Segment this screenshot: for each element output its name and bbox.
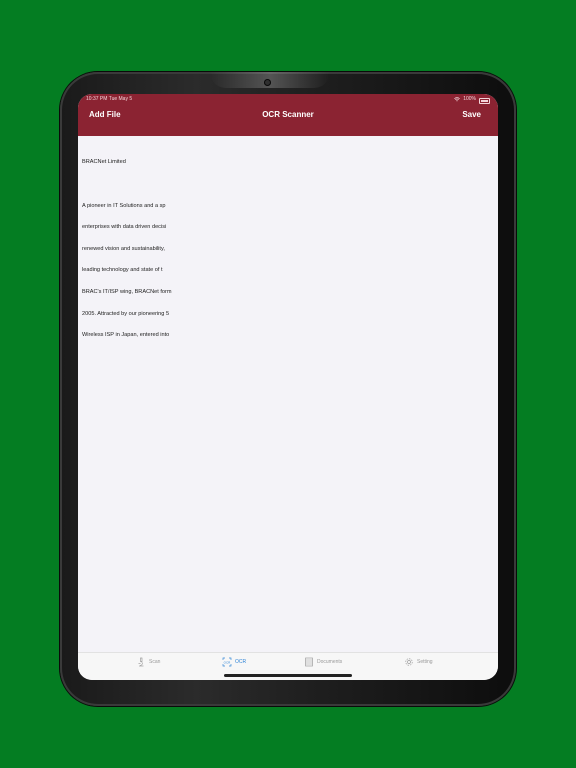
app-screen: 10:37 PM Tue May 5 100% Add File OCR Sca… (78, 94, 498, 680)
tab-setting[interactable]: Setting (404, 657, 433, 667)
wifi-icon (454, 96, 461, 101)
status-time-date: 10:37 PM Tue May 5 (86, 96, 133, 102)
gear-icon (405, 658, 413, 666)
status-right: 100% (454, 94, 490, 104)
ocr-icon: OCR (222, 657, 232, 667)
tab-setting-label: Setting (417, 659, 433, 665)
microscope-icon (138, 657, 144, 667)
ocr-line: 2005. Attracted by our pioneering 5 (82, 310, 170, 317)
ocr-line: A pioneer in IT Solutions and a sp (82, 202, 166, 209)
save-button[interactable]: Save (462, 104, 481, 126)
battery-percent: 100% (463, 96, 476, 102)
home-indicator (224, 674, 352, 677)
tab-ocr-label: OCR (235, 659, 247, 665)
ocr-result-text: BRACNet Limited ​ A pioneer in IT Soluti… (82, 145, 178, 354)
ocr-line: BRACNet Limited (82, 159, 126, 166)
status-bar: 10:37 PM Tue May 5 100% (78, 94, 498, 104)
navigation-bar: Add File OCR Scanner Save (78, 104, 498, 136)
documents-icon (305, 657, 313, 667)
battery-icon (479, 97, 490, 104)
tab-ocr[interactable]: OCR OCR (222, 657, 246, 667)
ocr-text-view[interactable]: BRACNet Limited ​ A pioneer in IT Soluti… (78, 136, 498, 652)
svg-text:OCR: OCR (224, 660, 232, 664)
ocr-line: renewed vision and sustainability, (82, 245, 165, 252)
ocr-line: Wireless ISP in Japan, entered into (82, 332, 170, 339)
ocr-line: leading technology and state of t (82, 267, 163, 274)
tab-scan[interactable]: Scan (136, 657, 160, 667)
ocr-line: BRAC's IT/ISP wing, BRACNet form (82, 289, 172, 296)
front-camera (264, 79, 271, 86)
tab-documents[interactable]: Documents (304, 657, 342, 667)
tab-documents-label: Documents (317, 659, 343, 665)
ocr-line: enterprises with data driven decisi (82, 224, 167, 231)
ocr-line: ​ (82, 181, 178, 188)
page-title: OCR Scanner (262, 110, 314, 119)
tab-scan-label: Scan (149, 659, 161, 665)
